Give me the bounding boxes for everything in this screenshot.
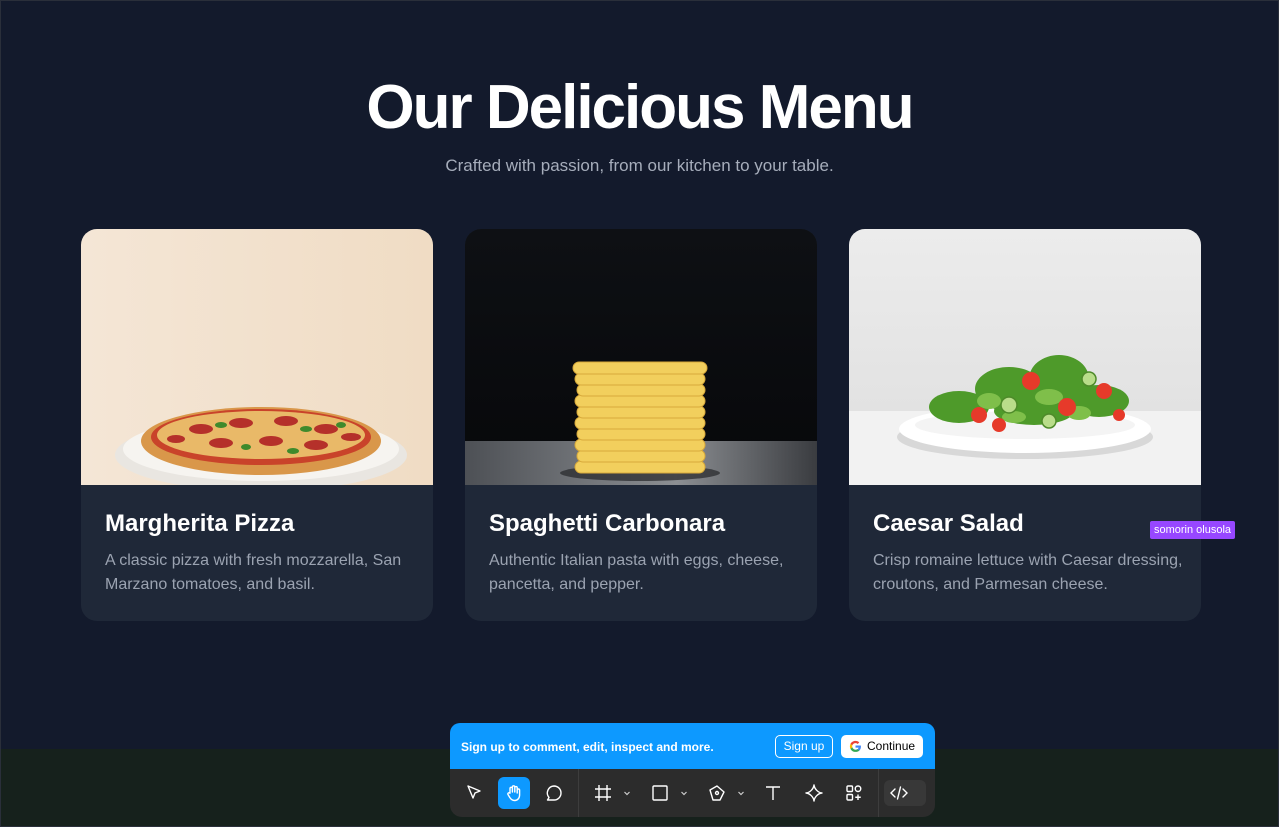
actions-tool-button[interactable] — [838, 777, 870, 809]
toolbar-divider — [578, 769, 579, 817]
design-toolbar — [450, 769, 935, 817]
frame-tool-button[interactable] — [587, 777, 619, 809]
frame-icon — [595, 785, 611, 801]
pen-icon — [709, 785, 725, 801]
comment-tool-button[interactable] — [538, 777, 570, 809]
card-title: Margherita Pizza — [105, 510, 295, 537]
dev-mode-toggle[interactable] — [884, 780, 926, 806]
collaborator-cursor-label: somorin olusola — [1150, 521, 1236, 539]
continue-with-google-button[interactable]: Continue — [841, 735, 923, 758]
component-tool-button[interactable] — [798, 777, 830, 809]
signup-banner: Sign up to comment, edit, inspect and mo… — [450, 723, 935, 775]
page-subtitle: Crafted with passion, from our kitchen t… — [445, 156, 834, 175]
component-icon — [805, 784, 823, 802]
text-tool-button[interactable] — [757, 777, 789, 809]
text-icon — [766, 786, 780, 800]
google-icon — [849, 740, 861, 752]
card-title: Spaghetti Carbonara — [489, 510, 726, 537]
pasta-photo — [465, 229, 817, 485]
rectangle-icon — [652, 785, 668, 801]
chevron-down-icon[interactable] — [623, 788, 631, 798]
move-tool-button[interactable] — [458, 777, 490, 809]
code-icon — [890, 786, 908, 800]
signup-message: Sign up to comment, edit, inspect and mo… — [461, 740, 714, 754]
chevron-down-icon[interactable] — [737, 788, 745, 798]
pizza-photo — [81, 229, 433, 485]
actions-icon — [846, 785, 862, 801]
hand-tool-button[interactable] — [498, 777, 530, 809]
signup-button[interactable]: Sign up — [775, 735, 833, 758]
card-description: Authentic Italian pasta with eggs, chees… — [489, 552, 784, 593]
menu-card-pizza[interactable]: Margherita Pizza A classic pizza with fr… — [81, 229, 433, 621]
card-description: A classic pizza with fresh mozzarella, S… — [105, 552, 402, 593]
move-icon — [467, 785, 481, 799]
comment-icon — [546, 785, 562, 801]
menu-card-salad[interactable]: Caesar Salad Crisp romaine lettuce with … — [849, 229, 1201, 621]
card-description: Crisp romaine lettuce with Caesar dressi… — [873, 552, 1183, 593]
card-title: Caesar Salad — [873, 510, 1024, 537]
salad-photo — [849, 229, 1201, 485]
toolbar-divider — [878, 769, 879, 817]
chevron-down-icon[interactable] — [680, 788, 688, 798]
page-title: Our Delicious Menu — [366, 73, 914, 142]
menu-card-pasta[interactable]: Spaghetti Carbonara Authentic Italian pa… — [465, 229, 817, 621]
hand-icon — [507, 785, 521, 802]
continue-label: Continue — [867, 739, 916, 753]
pen-tool-button[interactable] — [701, 777, 733, 809]
rectangle-tool-button[interactable] — [644, 777, 676, 809]
